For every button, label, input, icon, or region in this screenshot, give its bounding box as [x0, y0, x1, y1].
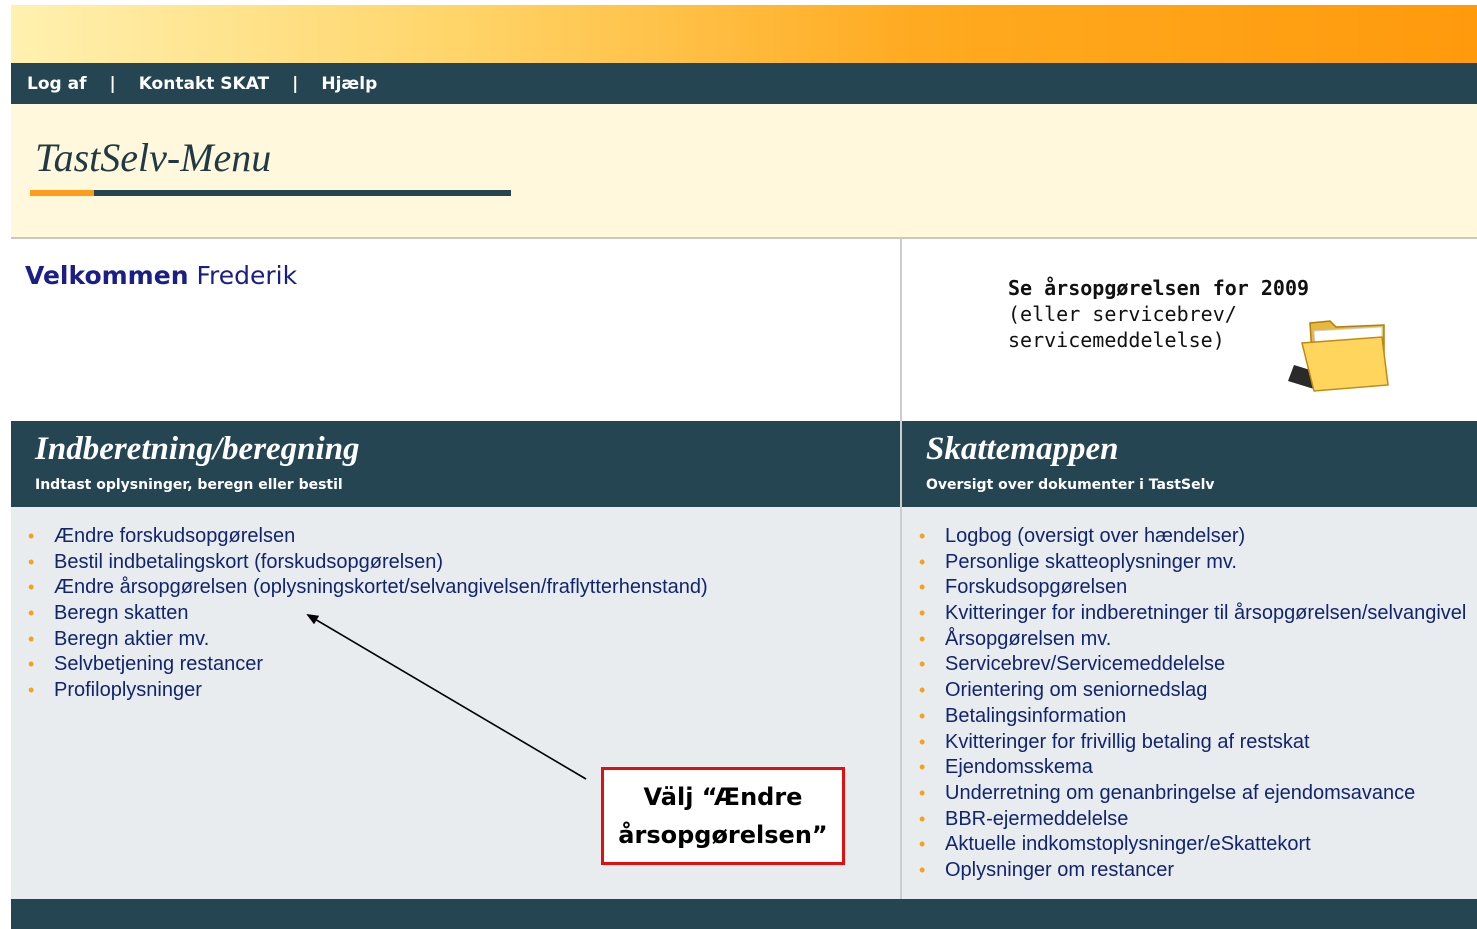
menu-item-property-gain-notice[interactable]: Underretning om genanbringelse af ejendo… — [917, 781, 1466, 807]
welcome-message: Velkommen Frederik — [25, 261, 297, 290]
footer-bar — [11, 899, 1477, 929]
reporting-section-title: Indberetning/beregning — [35, 431, 360, 467]
menu-item-annual-statement[interactable]: Årsopgørelsen mv. — [917, 627, 1466, 653]
annual-statement-title: Se årsopgørelsen for 2009 — [1008, 276, 1310, 300]
welcome-greeting: Velkommen — [25, 261, 189, 290]
instruction-callout: Välj “Ændre årsopgørelsen” — [601, 767, 845, 865]
nav-separator: | — [292, 73, 299, 94]
tax-folder-section-title: Skattemappen — [926, 431, 1119, 467]
annual-statement-link[interactable]: Se årsopgørelsen for 2009 (eller service… — [1008, 275, 1309, 353]
user-name: Frederik — [196, 261, 298, 290]
annual-statement-subtitle-1: (eller servicebrev/ — [1008, 302, 1237, 326]
menu-item-senior-deduction[interactable]: Orientering om seniornedslag — [917, 678, 1466, 704]
menu-item-service-letter[interactable]: Servicebrev/Servicemeddelelse — [917, 652, 1466, 678]
help-link[interactable]: Hjælp — [321, 74, 377, 94]
top-nav: Log af | Kontakt SKAT | Hjælp — [11, 63, 1477, 104]
logout-link[interactable]: Log af — [27, 74, 86, 94]
reporting-menu: Ændre forskudsopgørelsen Bestil indbetal… — [26, 524, 708, 704]
welcome-panel: Velkommen Frederik — [11, 239, 900, 421]
top-banner — [11, 5, 1477, 63]
menu-item-change-preliminary-assessment[interactable]: Ændre forskudsopgørelsen — [26, 524, 708, 550]
menu-item-order-payment-card[interactable]: Bestil indbetalingskort (forskudsopgørel… — [26, 550, 708, 576]
menu-item-personal-tax-info[interactable]: Personlige skatteoplysninger mv. — [917, 550, 1466, 576]
menu-item-receipts-voluntary-payment[interactable]: Kvitteringer for frivillig betaling af r… — [917, 730, 1466, 756]
menu-item-bbr-notice[interactable]: BBR-ejermeddelelse — [917, 807, 1466, 833]
menu-item-property-form[interactable]: Ejendomsskema — [917, 755, 1466, 781]
title-underline-accent — [30, 190, 94, 196]
page-header: TastSelv-Menu — [11, 104, 1477, 239]
menu-item-logbook[interactable]: Logbog (oversigt over hændelser) — [917, 524, 1466, 550]
tax-folder-section-subtitle: Oversigt over dokumenter i TastSelv — [926, 477, 1215, 493]
annual-statement-subtitle-2: servicemeddelelse) — [1008, 328, 1225, 352]
contact-skat-link[interactable]: Kontakt SKAT — [139, 74, 269, 94]
menu-item-calculate-tax[interactable]: Beregn skatten — [26, 601, 708, 627]
tax-folder-section-header: Skattemappen Oversigt over dokumenter i … — [902, 421, 1477, 507]
menu-item-receipts-reporting[interactable]: Kvitteringer for indberetninger til årso… — [917, 601, 1466, 627]
reporting-section-subtitle: Indtast oplysninger, beregn eller bestil — [35, 477, 343, 493]
callout-line-1: Välj “Ændre — [643, 783, 803, 811]
menu-item-payment-info[interactable]: Betalingsinformation — [917, 704, 1466, 730]
nav-separator: | — [109, 73, 116, 94]
title-underline — [94, 190, 511, 196]
tax-folder-menu-panel: Logbog (oversigt over hændelser) Personl… — [902, 507, 1477, 899]
page-title: TastSelv-Menu — [35, 135, 272, 180]
menu-item-profile-info[interactable]: Profiloplysninger — [26, 678, 708, 704]
reporting-section-header: Indberetning/beregning Indtast oplysning… — [11, 421, 900, 507]
menu-item-self-service-arrears[interactable]: Selvbetjening restancer — [26, 652, 708, 678]
menu-item-preliminary-assessment[interactable]: Forskudsopgørelsen — [917, 575, 1466, 601]
menu-item-change-annual-statement[interactable]: Ændre årsopgørelsen (oplysningskortet/se… — [26, 575, 708, 601]
tax-folder-menu: Logbog (oversigt over hændelser) Personl… — [917, 524, 1466, 884]
folder-icon[interactable] — [1284, 303, 1394, 393]
callout-line-2: årsopgørelsen” — [618, 821, 828, 849]
menu-item-arrears-info[interactable]: Oplysninger om restancer — [917, 858, 1466, 884]
menu-item-calculate-shares[interactable]: Beregn aktier mv. — [26, 627, 708, 653]
menu-item-income-info-tax-card[interactable]: Aktuelle indkomstoplysninger/eSkattekort — [917, 832, 1466, 858]
annual-statement-panel: Se årsopgørelsen for 2009 (eller service… — [902, 239, 1477, 421]
